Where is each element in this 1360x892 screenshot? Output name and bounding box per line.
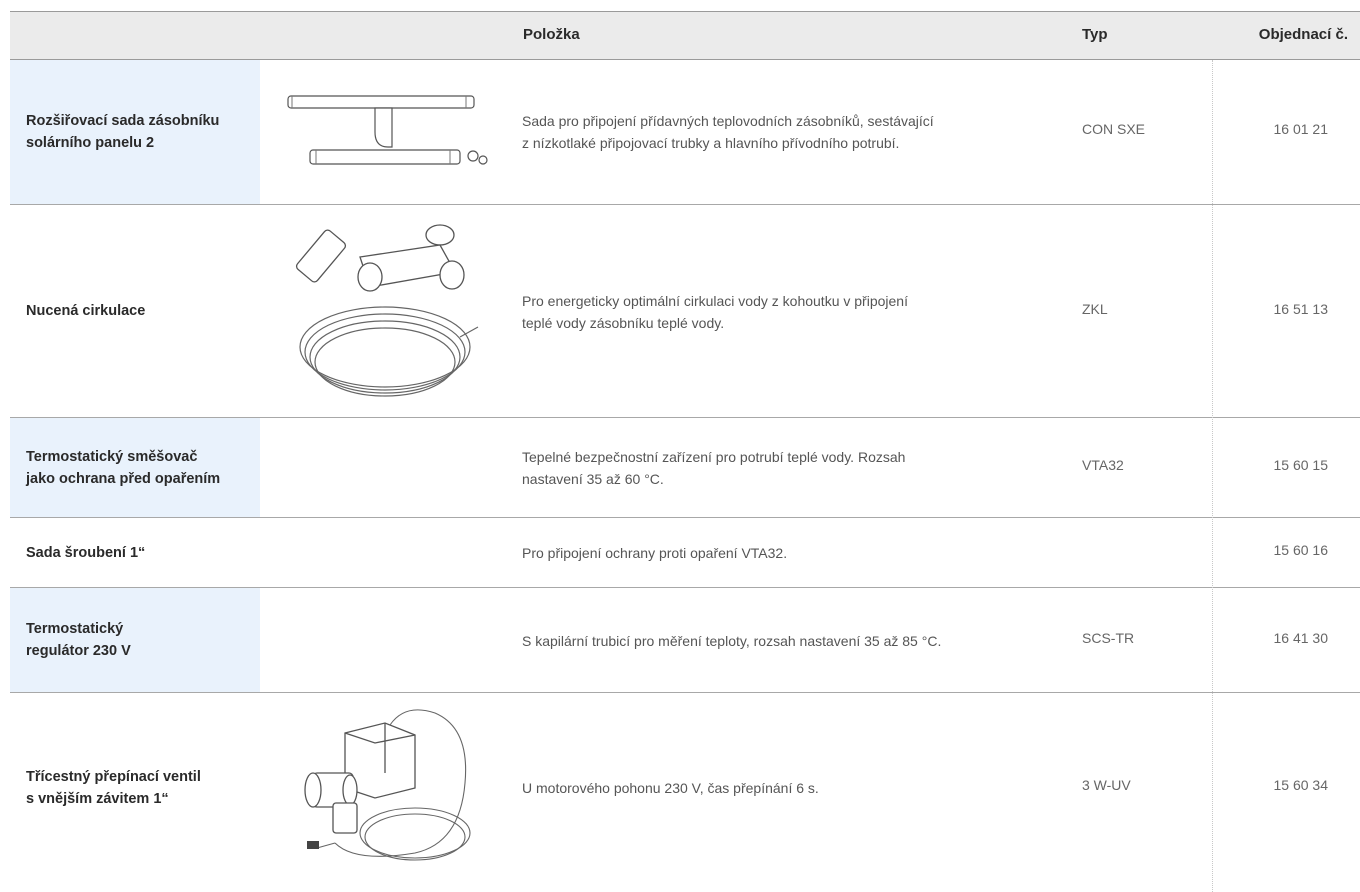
table-row: Termostatický regulátor 230 V S kapilárn… (10, 588, 1360, 693)
circulation-kit-image (295, 224, 479, 397)
row-description: Tepelné bezpečnostní zařízení pro potrub… (522, 449, 906, 487)
table-row: Nucená cirkulace Pro energeticky optimál… (10, 205, 1360, 418)
table-header: Položka Typ Objednací č. (10, 11, 1360, 60)
row-description: Pro energeticky optimální cirkulaci vody… (522, 293, 908, 331)
row-type: VTA32 (1082, 457, 1124, 473)
table-row: Třícestný přepínací ventil s vnějším záv… (10, 693, 1360, 883)
row-name: Nucená cirkulace (26, 303, 146, 319)
row-name-cell: Třícestný přepínací ventil s vnějším záv… (10, 693, 260, 883)
row-name: Termostatický regulátor 230 V (26, 621, 131, 659)
header-order-number: Objednací č. (1258, 26, 1348, 43)
column-divider (1212, 60, 1213, 892)
row-order-number: 16 01 21 (1273, 121, 1329, 137)
row-description: U motorového pohonu 230 V, čas přepínání… (522, 780, 819, 796)
row-description: S kapilární trubicí pro měření teploty, … (522, 633, 942, 649)
row-name-cell: Termostatický směšovač jako ochrana před… (10, 418, 260, 517)
table-row: Rozšiřovací sada zásobníku solárního pan… (10, 60, 1360, 205)
pipe-kit-image (287, 95, 488, 165)
row-name-cell: Nucená cirkulace (10, 205, 260, 417)
row-order-number: 15 60 15 (1273, 457, 1329, 473)
table-row: Termostatický směšovač jako ochrana před… (10, 418, 1360, 518)
header-type: Typ (1082, 26, 1108, 43)
row-name: Termostatický směšovač jako ochrana před… (26, 448, 221, 487)
row-description: Sada pro připojení přídavných teplovodní… (522, 113, 934, 151)
row-order-number: 16 51 13 (1273, 301, 1329, 317)
row-name-cell: Sada šroubení 1“ (10, 518, 260, 587)
row-name: Sada šroubení 1“ (26, 544, 146, 561)
table-row: Sada šroubení 1“ Pro připojení ochrany p… (10, 518, 1360, 588)
row-type: 3 W-UV (1082, 777, 1131, 793)
row-order-number: 16 41 30 (1273, 630, 1329, 646)
header-item: Položka (523, 26, 580, 43)
row-type: ZKL (1082, 301, 1108, 317)
row-name: Třícestný přepínací ventil s vnějším záv… (26, 769, 201, 807)
row-description: Pro připojení ochrany proti opaření VTA3… (522, 545, 788, 561)
row-type: CON SXE (1082, 121, 1146, 137)
row-type: SCS-TR (1082, 630, 1135, 646)
row-order-number: 15 60 16 (1273, 542, 1329, 558)
row-order-number: 15 60 34 (1273, 777, 1329, 793)
row-name: Rozšiřovací sada zásobníku solárního pan… (26, 113, 220, 151)
row-name-cell: Termostatický regulátor 230 V (10, 588, 260, 692)
accessories-table: Položka Typ Objednací č. Rozšiřovací sad… (10, 11, 1360, 883)
valve-image (304, 709, 471, 861)
row-name-cell: Rozšiřovací sada zásobníku solárního pan… (10, 60, 260, 204)
